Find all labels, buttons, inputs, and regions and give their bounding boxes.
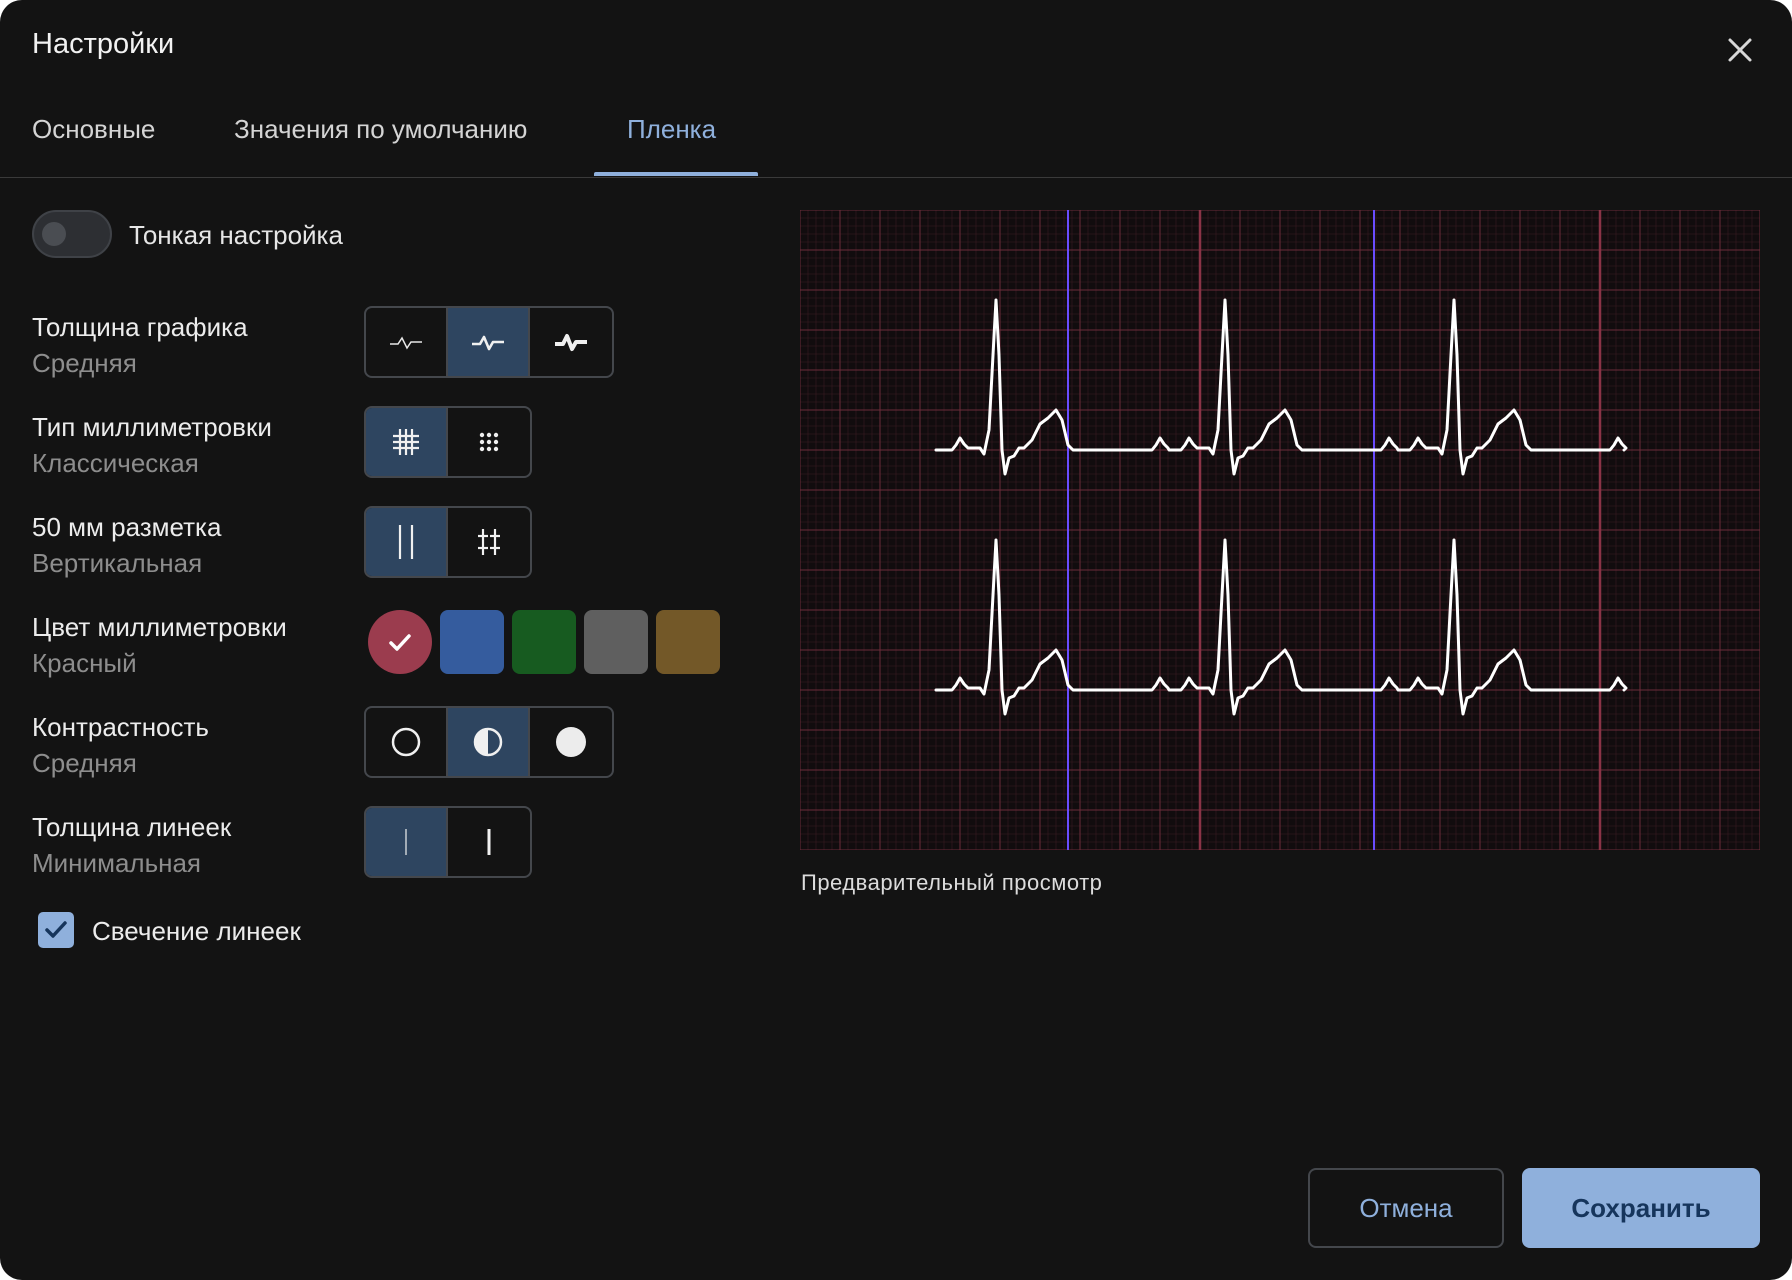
line-thickness-label: Толщина графика bbox=[32, 312, 248, 342]
fine-tune-toggle[interactable] bbox=[32, 210, 112, 258]
ruler-thin-option[interactable] bbox=[366, 808, 448, 876]
line-thin-option[interactable] bbox=[366, 308, 448, 376]
ruler-thickness-label: Толщина линеек bbox=[32, 812, 232, 842]
grid-dots-option[interactable] bbox=[448, 408, 530, 476]
marking-selector bbox=[364, 506, 532, 578]
line-thick-option[interactable] bbox=[530, 308, 612, 376]
contrast-selector bbox=[364, 706, 614, 778]
cancel-button[interactable]: Отмена bbox=[1308, 1168, 1504, 1248]
ruler-glow-label: Свечение линеек bbox=[92, 916, 301, 946]
color-swatch-red[interactable] bbox=[368, 610, 432, 674]
check-icon bbox=[389, 634, 411, 651]
thin-wave-icon bbox=[390, 336, 422, 350]
color-swatch-brown[interactable] bbox=[656, 610, 720, 674]
ruler-thick-option[interactable] bbox=[448, 808, 530, 876]
marking-value: Вертикальная bbox=[32, 548, 203, 578]
line-thickness-value: Средняя bbox=[32, 348, 137, 378]
settings-dialog: Настройки Основные Значения по умолчанию… bbox=[0, 0, 1792, 1280]
color-swatch-blue[interactable] bbox=[440, 610, 504, 674]
contrast-label: Контрастность bbox=[32, 712, 209, 742]
grid-color-label: Цвет миллиметровки bbox=[32, 612, 287, 642]
fine-tune-label: Тонкая настройка bbox=[129, 220, 343, 250]
line-thickness-selector bbox=[364, 306, 614, 378]
save-button[interactable]: Сохранить bbox=[1522, 1168, 1760, 1248]
contrast-high-option[interactable] bbox=[530, 708, 612, 776]
color-swatch-green[interactable] bbox=[512, 610, 576, 674]
thick-wave-icon bbox=[555, 334, 587, 351]
tab-bar: Основные Значения по умолчанию Пленка bbox=[0, 96, 1792, 178]
toggle-knob bbox=[42, 222, 66, 246]
dialog-title: Настройки bbox=[32, 28, 175, 60]
contrast-low-option[interactable] bbox=[366, 708, 448, 776]
grid-type-label: Тип миллиметровки bbox=[32, 412, 272, 442]
check-icon bbox=[45, 921, 67, 938]
ruler-thickness-selector bbox=[364, 806, 532, 878]
thin-line-icon bbox=[405, 829, 407, 855]
ecg-preview-canvas bbox=[799, 209, 1761, 851]
close-button[interactable] bbox=[1720, 30, 1760, 70]
thick-line-icon bbox=[487, 829, 491, 855]
grid-lines-option[interactable] bbox=[366, 408, 448, 476]
color-swatch-gray[interactable] bbox=[584, 610, 648, 674]
grid-lines-icon bbox=[393, 429, 419, 455]
contrast-value: Средняя bbox=[32, 748, 137, 778]
crosses-icon bbox=[478, 529, 500, 555]
medium-wave-icon bbox=[472, 335, 504, 351]
tab-film[interactable]: Пленка bbox=[627, 114, 716, 178]
ruler-glow-checkbox[interactable] bbox=[38, 912, 74, 948]
tab-defaults[interactable]: Значения по умолчанию bbox=[234, 114, 527, 178]
ecg-preview bbox=[799, 209, 1761, 851]
vertical-lines-icon bbox=[398, 525, 414, 559]
grid-color-value: Красный bbox=[32, 648, 137, 678]
ruler-thickness-value: Минимальная bbox=[32, 848, 202, 878]
grid-dots-icon bbox=[479, 432, 499, 452]
marking-label: 50 мм разметка bbox=[32, 512, 222, 542]
marking-vertical-option[interactable] bbox=[366, 508, 448, 576]
circle-half-icon bbox=[473, 727, 503, 757]
line-medium-option[interactable] bbox=[448, 308, 530, 376]
preview-caption: Предварительный просмотр bbox=[801, 870, 1103, 895]
close-icon bbox=[1728, 38, 1752, 62]
grid-type-value: Классическая bbox=[32, 448, 199, 478]
active-tab-indicator bbox=[594, 172, 758, 176]
circle-filled-icon bbox=[556, 727, 586, 757]
circle-outline-icon bbox=[391, 727, 421, 757]
contrast-medium-option[interactable] bbox=[448, 708, 530, 776]
marking-crosses-option[interactable] bbox=[448, 508, 530, 576]
grid-type-selector bbox=[364, 406, 532, 478]
tab-general[interactable]: Основные bbox=[32, 114, 155, 178]
